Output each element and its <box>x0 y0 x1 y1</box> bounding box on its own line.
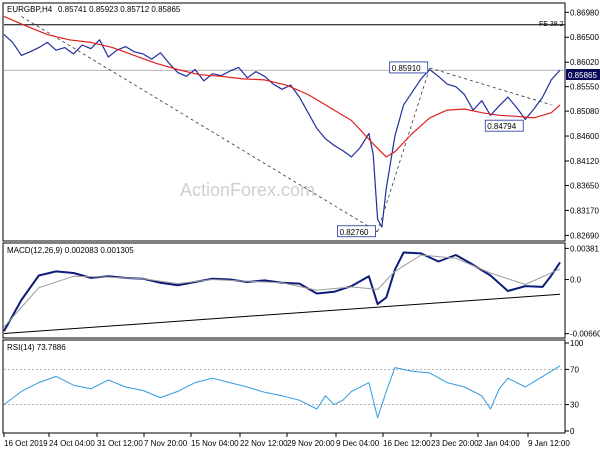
price-tick-label: 0.86500 <box>570 33 599 42</box>
x-tick-label: 7 Nov 20:00 <box>144 439 188 448</box>
price-tick-label: 0.83170 <box>570 206 599 215</box>
rsi-tick-label: 70 <box>570 365 579 374</box>
fe-level-label: FE 38.2 <box>539 21 564 28</box>
ohlc-values: 0.85741 0.85923 0.85712 0.85865 <box>58 5 181 14</box>
macd-title: MACD(12,26,9) 0.002083 0.001305 <box>7 246 134 255</box>
price-tick-label: 0.86020 <box>570 58 599 67</box>
price-tick-label: 0.85080 <box>570 107 599 116</box>
x-tick-label: 15 Nov 04:00 <box>191 439 239 448</box>
x-tick-label: 24 Oct 04:00 <box>49 439 95 448</box>
price-tick-label: 0.85550 <box>570 83 599 92</box>
rsi-tick-label: 30 <box>570 401 579 410</box>
x-tick-label: 29 Nov 20:00 <box>287 439 335 448</box>
price-annotation-label: 0.84794 <box>487 122 516 131</box>
watermark: ActionForex.com <box>180 180 315 200</box>
x-tick-label: 16 Oct 2019 <box>4 439 48 448</box>
macd-tick-label: 0.0 <box>570 276 582 285</box>
rsi-panel: RSI(14) 73.7886 100 70 30 0 <box>2 339 584 436</box>
x-tick-label: 22 Nov 12:00 <box>240 439 288 448</box>
chart: EURGBP,H4 0.85741 0.85923 0.85712 0.8586… <box>2 2 600 448</box>
rsi-tick-label: 0 <box>570 427 575 436</box>
rsi-tick-label: 100 <box>570 339 584 348</box>
price-tick-label: 0.84600 <box>570 132 599 141</box>
rsi-plot-frame <box>2 339 566 434</box>
macd-panel: MACD(12,26,9) 0.002083 0.001305 0.00381 0… <box>2 242 600 339</box>
macd-plot-frame <box>2 242 566 339</box>
price-tick-label: 0.83650 <box>570 181 599 190</box>
price-tick-label: 0.86980 <box>570 8 599 17</box>
price-annotation-label: 0.85910 <box>392 64 421 73</box>
x-tick-label: 9 Jan 12:00 <box>528 439 570 448</box>
price-plot-frame <box>2 2 566 242</box>
x-tick-label: 16 Dec 12:00 <box>383 439 431 448</box>
x-tick-label: 23 Dec 20:00 <box>431 439 479 448</box>
current-price-label: 0.85865 <box>568 71 597 80</box>
x-tick-label: 9 Dec 04:00 <box>336 439 380 448</box>
price-annotation-label: 0.82760 <box>340 228 369 237</box>
x-tick-label: 2 Jan 04:00 <box>478 439 520 448</box>
instrument-symbol: EURGBP,H4 <box>7 5 53 14</box>
price-tick-label: 0.82690 <box>570 231 599 240</box>
price-tick-label: 0.84120 <box>570 157 599 166</box>
x-tick-label: 31 Oct 12:00 <box>97 439 143 448</box>
current-price-badge: 0.85865 <box>566 69 600 80</box>
price-panel: EURGBP,H4 0.85741 0.85923 0.85712 0.8586… <box>2 2 600 242</box>
macd-tick-label: -0.006607 <box>570 330 600 339</box>
macd-tick-label: 0.00381 <box>570 244 599 253</box>
rsi-title: RSI(14) 73.7886 <box>7 343 66 352</box>
